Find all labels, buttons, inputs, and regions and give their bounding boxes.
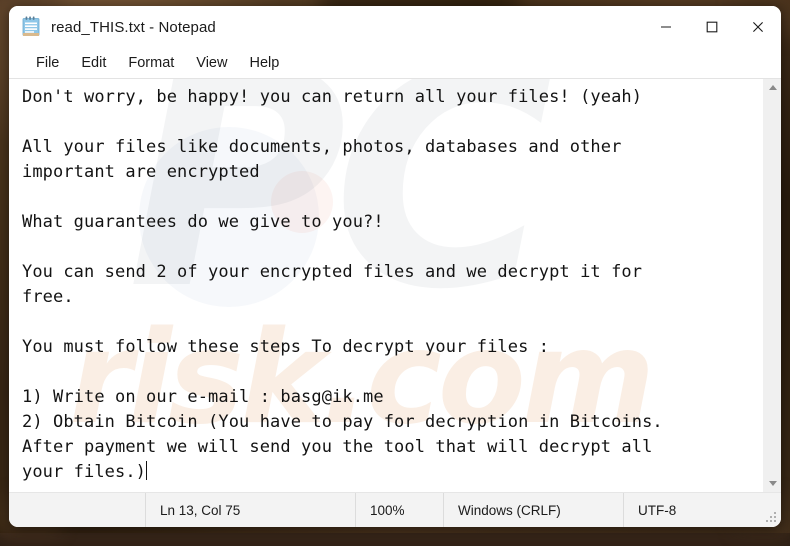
- menu-item-view[interactable]: View: [185, 52, 238, 75]
- maximize-icon: [706, 21, 718, 33]
- text-caret: [146, 461, 147, 480]
- menu-item-file[interactable]: File: [25, 52, 70, 75]
- maximize-button[interactable]: [689, 6, 735, 48]
- status-spacer: [9, 493, 145, 527]
- minimize-button[interactable]: [643, 6, 689, 48]
- notepad-window: read_THIS.txt - Notepad File Ed: [9, 6, 781, 527]
- vertical-scrollbar[interactable]: [763, 79, 781, 492]
- status-zoom-level[interactable]: 100%: [355, 493, 443, 527]
- resize-grip[interactable]: [765, 511, 777, 523]
- scrollbar-thumb[interactable]: [764, 96, 781, 246]
- chevron-up-icon: [769, 85, 777, 90]
- editor-area: PC risk.com Don't worry, be happy! you c…: [9, 79, 781, 492]
- status-encoding[interactable]: UTF-8: [623, 493, 763, 527]
- status-line-ending[interactable]: Windows (CRLF): [443, 493, 623, 527]
- chevron-down-icon: [769, 481, 777, 486]
- scroll-down-button[interactable]: [764, 475, 781, 492]
- scroll-up-button[interactable]: [764, 79, 781, 96]
- menu-bar: File Edit Format View Help: [9, 48, 781, 79]
- menu-item-edit[interactable]: Edit: [70, 52, 117, 75]
- title-bar[interactable]: read_THIS.txt - Notepad: [9, 6, 781, 48]
- status-cursor-position[interactable]: Ln 13, Col 75: [145, 493, 355, 527]
- minimize-icon: [660, 21, 672, 33]
- menu-item-help[interactable]: Help: [238, 52, 290, 75]
- close-icon: [752, 21, 764, 33]
- window-title: read_THIS.txt - Notepad: [51, 19, 216, 36]
- window-controls: [643, 6, 781, 48]
- status-bar: Ln 13, Col 75 100% Windows (CRLF) UTF-8: [9, 492, 781, 527]
- close-button[interactable]: [735, 6, 781, 48]
- document-text: Don't worry, be happy! you can return al…: [22, 87, 663, 482]
- text-editor[interactable]: Don't worry, be happy! you can return al…: [9, 79, 763, 492]
- notepad-icon: [21, 16, 41, 38]
- menu-item-format[interactable]: Format: [117, 52, 185, 75]
